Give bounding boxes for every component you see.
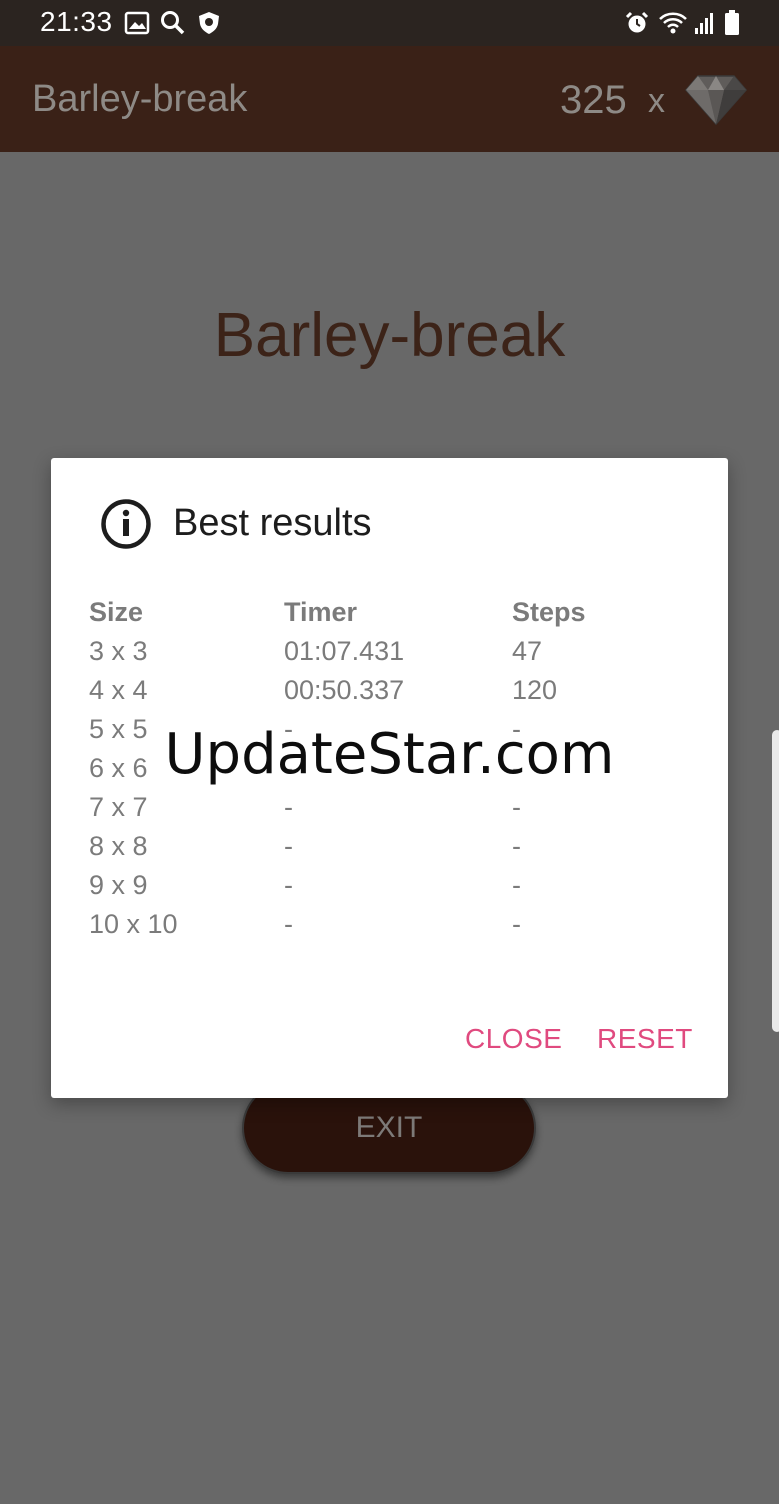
row-7-steps: -	[512, 870, 521, 900]
app-title: Barley-break	[32, 78, 248, 120]
column-header-size: Size	[89, 597, 144, 627]
gem-count: 325	[560, 78, 627, 122]
image-icon	[124, 11, 150, 35]
watermark: UpdateStar.com	[164, 722, 615, 787]
search-icon	[161, 11, 185, 35]
main-title: Barley-break	[213, 301, 566, 370]
shield-icon	[199, 12, 219, 34]
row-7-timer: -	[284, 870, 293, 900]
row-2-timer: 00:50.337	[284, 675, 405, 705]
battery-icon	[725, 10, 739, 35]
row-8-size: 10 x 10	[89, 909, 178, 939]
exit-label: EXIT	[355, 1111, 423, 1144]
row-7-size: 9 x 9	[89, 870, 148, 900]
row-8-timer: -	[284, 909, 293, 939]
row-6-size: 8 x 8	[89, 831, 148, 861]
row-1-steps: 47	[512, 636, 543, 666]
column-header-steps: Steps	[512, 597, 586, 627]
row-2-steps: 120	[512, 675, 558, 705]
dialog-title: Best results	[173, 502, 372, 544]
row-5-timer: -	[284, 792, 293, 822]
row-5-steps: -	[512, 792, 521, 822]
status-bar: 21:33	[0, 0, 779, 46]
reset-button[interactable]: RESET	[597, 1023, 693, 1055]
column-header-timer: Timer	[284, 597, 358, 627]
row-1-timer: 01:07.431	[284, 636, 405, 666]
row-5-size: 7 x 7	[89, 792, 148, 822]
info-icon	[101, 499, 151, 549]
status-time: 21:33	[40, 6, 113, 37]
row-8-steps: -	[512, 909, 521, 939]
wifi-icon	[659, 12, 687, 34]
signal-icon	[695, 13, 713, 34]
row-6-steps: -	[512, 831, 521, 861]
close-button[interactable]: CLOSE	[465, 1023, 562, 1055]
row-2-size: 4 x 4	[89, 675, 148, 705]
diamond-icon	[685, 75, 747, 126]
row-6-timer: -	[284, 831, 293, 861]
alarm-icon	[625, 11, 649, 33]
gem-multiplier: x	[648, 82, 665, 120]
row-1-size: 3 x 3	[89, 636, 148, 666]
